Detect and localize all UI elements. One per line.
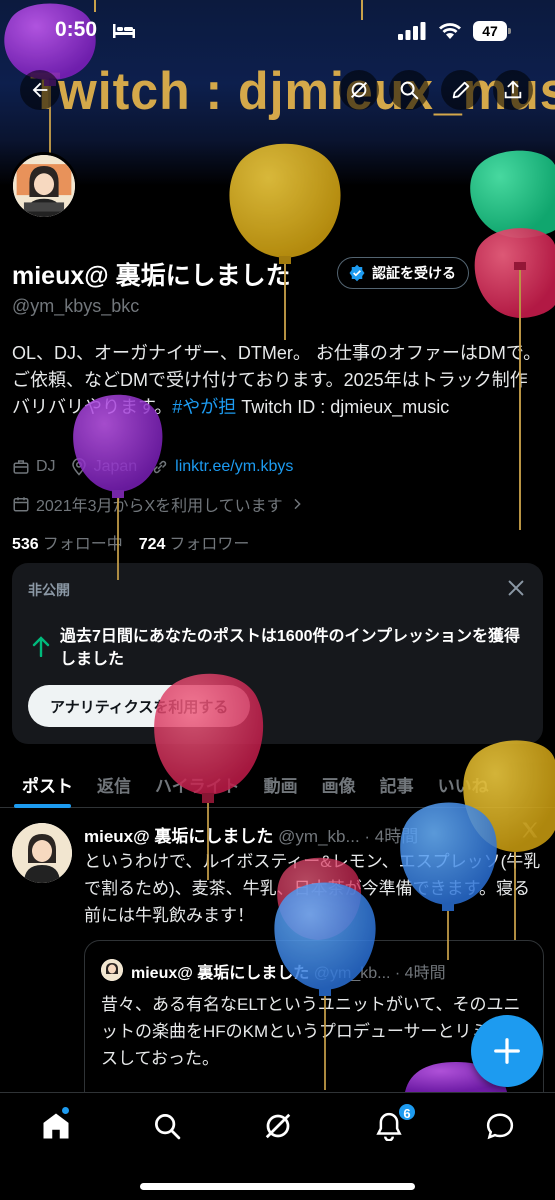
home-indicator: [140, 1183, 415, 1190]
nav-grok[interactable]: [263, 1111, 293, 1141]
battery-indicator: 47: [473, 21, 511, 41]
back-button[interactable]: [20, 70, 60, 110]
wifi-icon: [439, 23, 461, 39]
nav-messages[interactable]: [485, 1111, 515, 1141]
nav-home[interactable]: [41, 1111, 71, 1141]
profile-tabs: ポスト 返信 ハイライト 動画 画像 記事 いいね: [0, 760, 555, 808]
private-analytics-card: 非公開 過去7日間にあなたのポストは1600件のインプレッションを獲得しました …: [12, 563, 543, 744]
status-time: 0:50: [55, 18, 98, 41]
grok-icon: [265, 1113, 291, 1139]
followers-stat[interactable]: 724 フォロワー: [139, 530, 250, 554]
notifications-badge: 6: [397, 1102, 417, 1122]
verified-badge-icon: [349, 264, 365, 282]
chevron-right-icon: [294, 498, 301, 510]
search-icon: [155, 1114, 181, 1140]
get-verified-label: 認証を受ける: [372, 265, 456, 281]
location-pin-icon: [71, 458, 86, 476]
bio-tail: Twitch ID : djmieux_music: [236, 397, 450, 417]
nav-search[interactable]: [152, 1111, 182, 1141]
quoted-tweet[interactable]: mieux@ 裏垢にしました @ym_kb... · 4時間 昔々、ある有名なE…: [84, 940, 544, 1110]
tab-highlights[interactable]: ハイライト: [143, 760, 252, 808]
compose-post-button[interactable]: [471, 1015, 543, 1087]
display-name: mieux@ 裏垢にしました: [12, 262, 291, 290]
status-bar: 0:50 47: [0, 0, 555, 64]
tweet-author-name[interactable]: mieux@ 裏垢にしました: [84, 827, 273, 846]
home-unread-dot: [62, 1107, 69, 1114]
tweet-meta: @ym_kb... · 4時間: [278, 827, 419, 846]
home-icon: [43, 1113, 69, 1139]
profile-category: DJ: [36, 458, 56, 475]
avatar-illustration: [12, 823, 72, 883]
tweet-text: というわけで、ルイボスティー&レモン、エスプレッソ(牛乳で割るため)、麦茶、牛乳…: [84, 852, 541, 925]
followers-count: 724: [138, 536, 166, 553]
link-icon: [153, 460, 167, 474]
plus-icon: [494, 1038, 520, 1064]
sleep-focus-icon: [113, 24, 135, 38]
tab-likes[interactable]: いいね: [426, 760, 501, 808]
tab-articles[interactable]: 記事: [368, 760, 426, 808]
following-count: 536: [12, 536, 39, 553]
close-icon[interactable]: [505, 577, 527, 599]
avatar-illustration: [101, 959, 123, 981]
tab-photos[interactable]: 画像: [310, 760, 368, 808]
share-button[interactable]: [493, 70, 533, 110]
profile-avatar[interactable]: [10, 152, 78, 220]
tab-replies[interactable]: 返信: [85, 760, 143, 808]
private-label: 非公開: [28, 582, 70, 598]
x-logo-icon: [522, 822, 538, 838]
tab-videos[interactable]: 動画: [252, 760, 310, 808]
profile-location: Japan: [93, 458, 138, 475]
use-analytics-button[interactable]: アナリティクスを利用する: [28, 685, 251, 727]
chat-bubble-icon: [486, 1113, 514, 1140]
quote-avatar: [101, 959, 123, 981]
quote-header: mieux@ 裏垢にしました @ym_kb... · 4時間: [131, 959, 446, 983]
joined-date-row[interactable]: 2021年3月からXを利用しています: [12, 492, 305, 516]
bio-hashtag[interactable]: #やが担: [172, 397, 236, 417]
share-icon: [504, 80, 522, 99]
grok-button[interactable]: [339, 70, 379, 110]
quote-text: 昔々、ある有名なELTというユニットがいて、そのユニットの楽曲をHFのKMという…: [101, 995, 523, 1068]
joined-date: 2021年3月からXを利用しています: [36, 498, 283, 515]
search-icon: [400, 81, 419, 100]
cell-signal-icon: [398, 22, 426, 40]
calendar-icon: [13, 497, 29, 512]
profile-link[interactable]: linktr.ee/ym.kbys: [175, 458, 293, 476]
search-button[interactable]: [389, 70, 429, 110]
tweet-avatar[interactable]: [12, 823, 72, 883]
quote-meta: @ym_kb... · 4時間: [313, 965, 446, 982]
edit-button[interactable]: [441, 70, 481, 110]
following-stat[interactable]: 536 フォロー中: [12, 530, 123, 554]
pencil-icon: [452, 81, 470, 99]
grok-icon: [351, 82, 367, 98]
avatar-illustration: [13, 155, 75, 217]
back-arrow-icon: [32, 82, 48, 98]
impressions-message: 過去7日間にあなたのポストは1600件のインプレッションを獲得しました: [60, 628, 521, 668]
following-label: フォロー中: [42, 536, 123, 553]
followers-label: フォロワー: [169, 536, 250, 553]
briefcase-icon: [13, 460, 29, 474]
quote-author-name: mieux@ 裏垢にしました: [131, 965, 310, 982]
get-verified-button[interactable]: 認証を受ける: [337, 257, 469, 289]
tab-posts[interactable]: ポスト: [0, 760, 85, 808]
profile-meta-row: DJ Japan linktr.ee/ym.kbys: [12, 458, 293, 476]
profile-bio: OL、DJ、オーガナイザー、DTMer。 お仕事のオファーはDMで。ご依頼、など…: [12, 340, 542, 421]
follow-stats: 536 フォロー中 724 フォロワー: [12, 530, 249, 554]
tweet-header: mieux@ 裏垢にしました @ym_kb... · 4時間: [84, 822, 418, 847]
profile-handle: @ym_kbys_bkc: [12, 296, 140, 316]
arrow-up-icon: [32, 636, 50, 657]
